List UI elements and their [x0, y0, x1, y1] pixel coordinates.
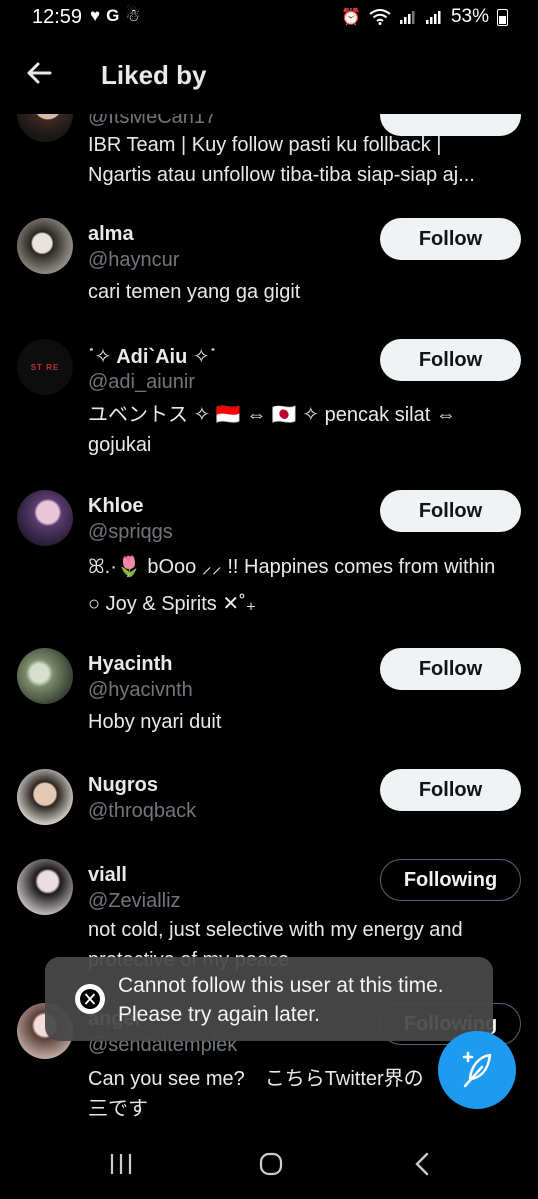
user-bio: IBR Team | Kuy follow pasti ku follback … — [88, 134, 475, 186]
avatar-logo-text: ST RE — [30, 362, 60, 372]
user-bio: ꕤ.·🌷 bOoo ⸝⸝ !! Happines comes from with… — [88, 556, 496, 615]
recents-icon[interactable] — [108, 1152, 134, 1176]
avatar[interactable] — [17, 648, 73, 704]
avatar[interactable] — [17, 490, 73, 546]
user-handle: @adi_aiunir — [88, 371, 196, 393]
follow-button[interactable]: Follow — [380, 648, 521, 690]
user-name[interactable]: Hyacinth — [88, 653, 172, 676]
feather-plus-icon — [462, 1051, 492, 1088]
user-handle: @hyacivnth — [88, 679, 193, 701]
home-icon[interactable] — [259, 1152, 283, 1176]
user-name[interactable]: Khloe — [88, 495, 144, 518]
user-bio: Hoby nyari duit — [88, 711, 222, 733]
x-logo-icon — [80, 989, 100, 1009]
error-toast: Cannot follow this user at this time. Pl… — [45, 957, 493, 1041]
user-handle: @spriqgs — [88, 521, 173, 543]
user-name[interactable]: ˙✧ Adi`Aiu ✧˙ — [88, 344, 216, 369]
arrow-left-icon[interactable] — [24, 58, 54, 88]
follow-button[interactable]: Follow — [380, 769, 521, 811]
follow-button[interactable]: Follow — [380, 339, 521, 381]
user-bio: Can you see me? こちらTwitter界の三です — [88, 1068, 424, 1120]
page-title: Liked by — [101, 60, 207, 90]
user-bio: ユベントス ✧ 🇮🇩 ⇔ 🇯🇵 ✧ pencak silat ⇔ gojukai — [88, 404, 456, 456]
avatar[interactable] — [17, 769, 73, 825]
follow-button[interactable]: Follow — [380, 218, 521, 260]
user-bio: cari temen yang ga gigit — [88, 281, 301, 303]
app-icon — [75, 984, 105, 1014]
avatar[interactable]: ST RE — [17, 339, 73, 395]
user-name[interactable]: viall — [88, 864, 127, 887]
top-app-bar: Liked by — [0, 40, 538, 114]
following-button[interactable]: Following — [380, 859, 521, 901]
follow-button[interactable]: Follow — [380, 490, 521, 532]
user-name[interactable]: alma — [88, 223, 134, 246]
avatar[interactable] — [17, 218, 73, 274]
user-handle: @Zevialliz — [88, 890, 181, 912]
user-handle: @throqback — [88, 800, 197, 822]
user-name[interactable]: Nugros — [88, 774, 158, 797]
compose-button[interactable] — [438, 1031, 516, 1109]
user-handle: @hayncur — [88, 249, 180, 271]
toast-message: Cannot follow this user at this time. Pl… — [118, 974, 444, 1026]
system-nav-bar — [0, 1132, 538, 1199]
avatar[interactable] — [17, 859, 73, 915]
back-nav-icon[interactable] — [413, 1152, 431, 1176]
